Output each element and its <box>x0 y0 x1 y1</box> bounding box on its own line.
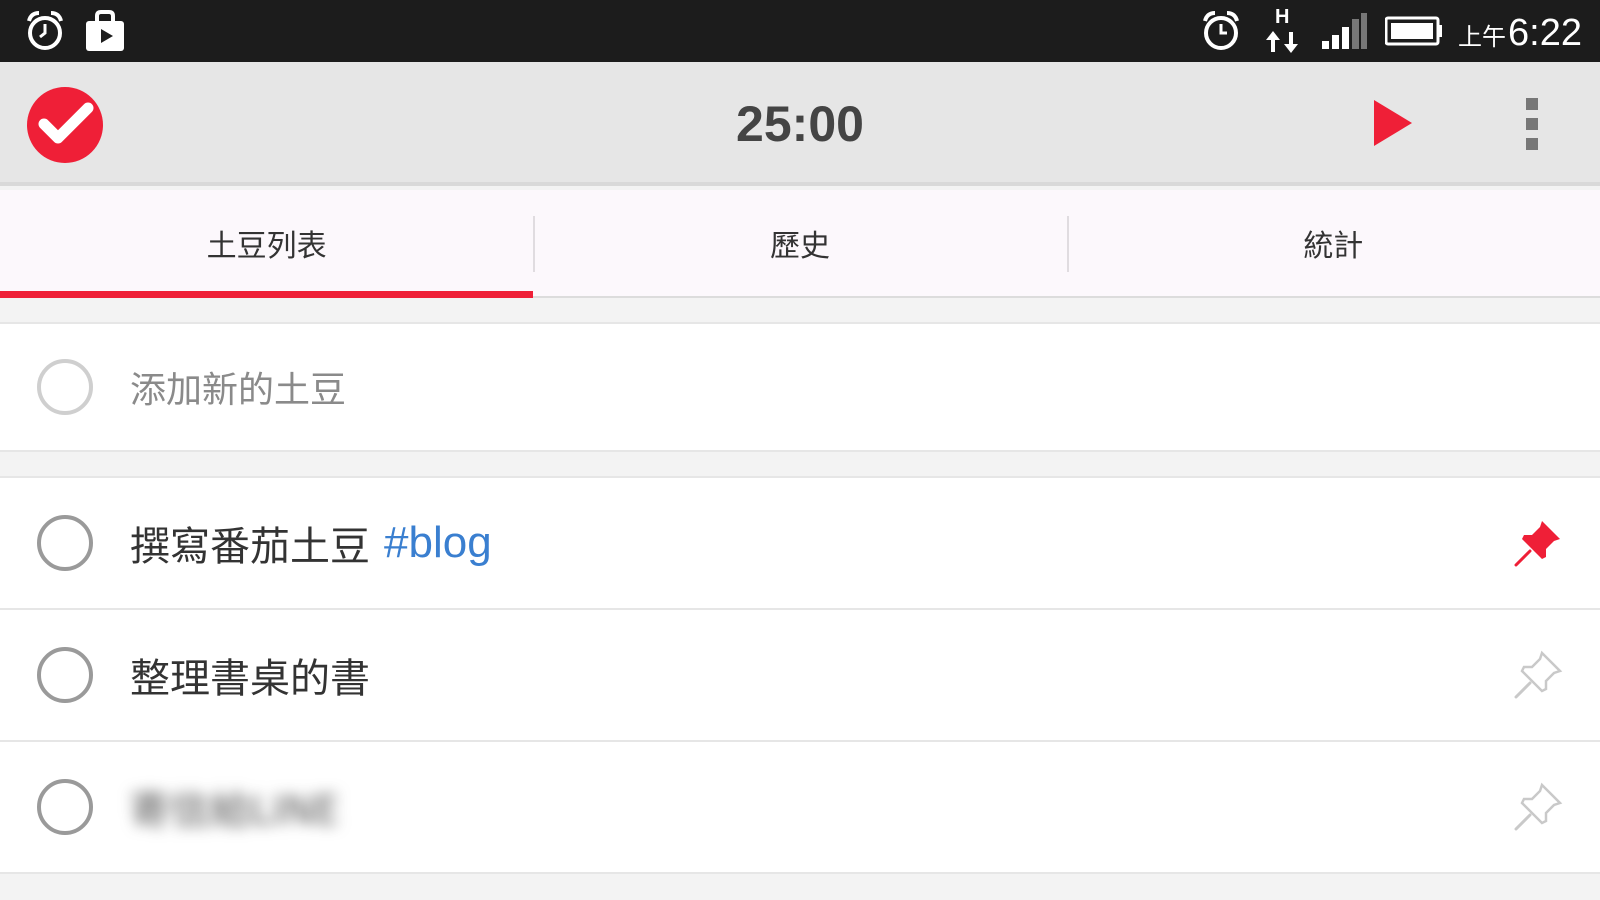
signal-bars-icon <box>1318 0 1370 62</box>
clock-ampm: 上午 <box>1458 23 1507 51</box>
action-bar: 25:00 <box>0 62 1600 186</box>
task-title: 整理書桌的書 <box>130 610 370 740</box>
list-item[interactable]: 整理書桌的書 <box>0 610 1600 742</box>
h-data-arrows-icon: H <box>1262 0 1304 62</box>
alarm-clock-icon <box>1195 0 1247 62</box>
clock-time: 6:22 <box>1508 12 1582 54</box>
tab-bar: 土豆列表 歷史 統計 <box>0 190 1600 298</box>
task-tag[interactable]: #blog <box>384 518 492 568</box>
task-list: 撰寫番茄土豆 #blog 整理書桌的書 寄信給LINE <box>0 476 1600 874</box>
add-task-checkbox[interactable] <box>37 359 93 415</box>
list-item[interactable]: 寄信給LINE <box>0 742 1600 874</box>
task-checkbox[interactable] <box>37 779 93 835</box>
menu-dot-icon <box>1526 118 1538 130</box>
task-title-text: 撰寫番茄土豆 <box>130 524 370 570</box>
play-icon <box>1374 100 1412 146</box>
battery-icon <box>1383 0 1445 62</box>
tab-statistics[interactable]: 統計 <box>1066 190 1600 296</box>
list-item[interactable]: 撰寫番茄土豆 #blog <box>0 478 1600 610</box>
add-task-row[interactable]: 添加新的土豆 <box>0 322 1600 452</box>
task-title-text: 寄信給LINE <box>130 788 340 834</box>
pin-toggle-button[interactable] <box>1512 649 1564 701</box>
status-bar: H 上午 6:22 <box>0 0 1600 62</box>
status-clock: 上午 6:22 <box>1458 0 1582 62</box>
alarm-icon <box>20 0 70 62</box>
pin-outline-icon <box>1514 650 1563 699</box>
task-title-text: 整理書桌的書 <box>130 656 370 702</box>
tab-potato-list[interactable]: 土豆列表 <box>0 190 534 298</box>
menu-dot-icon <box>1526 98 1538 110</box>
pin-toggle-button[interactable] <box>1512 517 1564 569</box>
add-task-input[interactable]: 添加新的土豆 <box>130 324 346 450</box>
menu-dot-icon <box>1526 138 1538 150</box>
task-title: 寄信給LINE <box>130 742 339 872</box>
overflow-menu-button[interactable] <box>1516 96 1548 152</box>
task-title: 撰寫番茄土豆 #blog <box>130 478 492 608</box>
tab-history[interactable]: 歷史 <box>533 190 1066 296</box>
pin-toggle-button[interactable] <box>1512 781 1564 833</box>
pin-outline-icon <box>1514 782 1563 831</box>
store-bag-icon <box>80 0 130 62</box>
task-checkbox[interactable] <box>37 515 93 571</box>
pin-filled-icon <box>1514 521 1560 567</box>
pomodoro-timer: 25:00 <box>736 96 864 152</box>
task-checkbox[interactable] <box>37 647 93 703</box>
svg-text:H: H <box>1275 6 1289 28</box>
start-timer-button[interactable] <box>1368 96 1418 150</box>
